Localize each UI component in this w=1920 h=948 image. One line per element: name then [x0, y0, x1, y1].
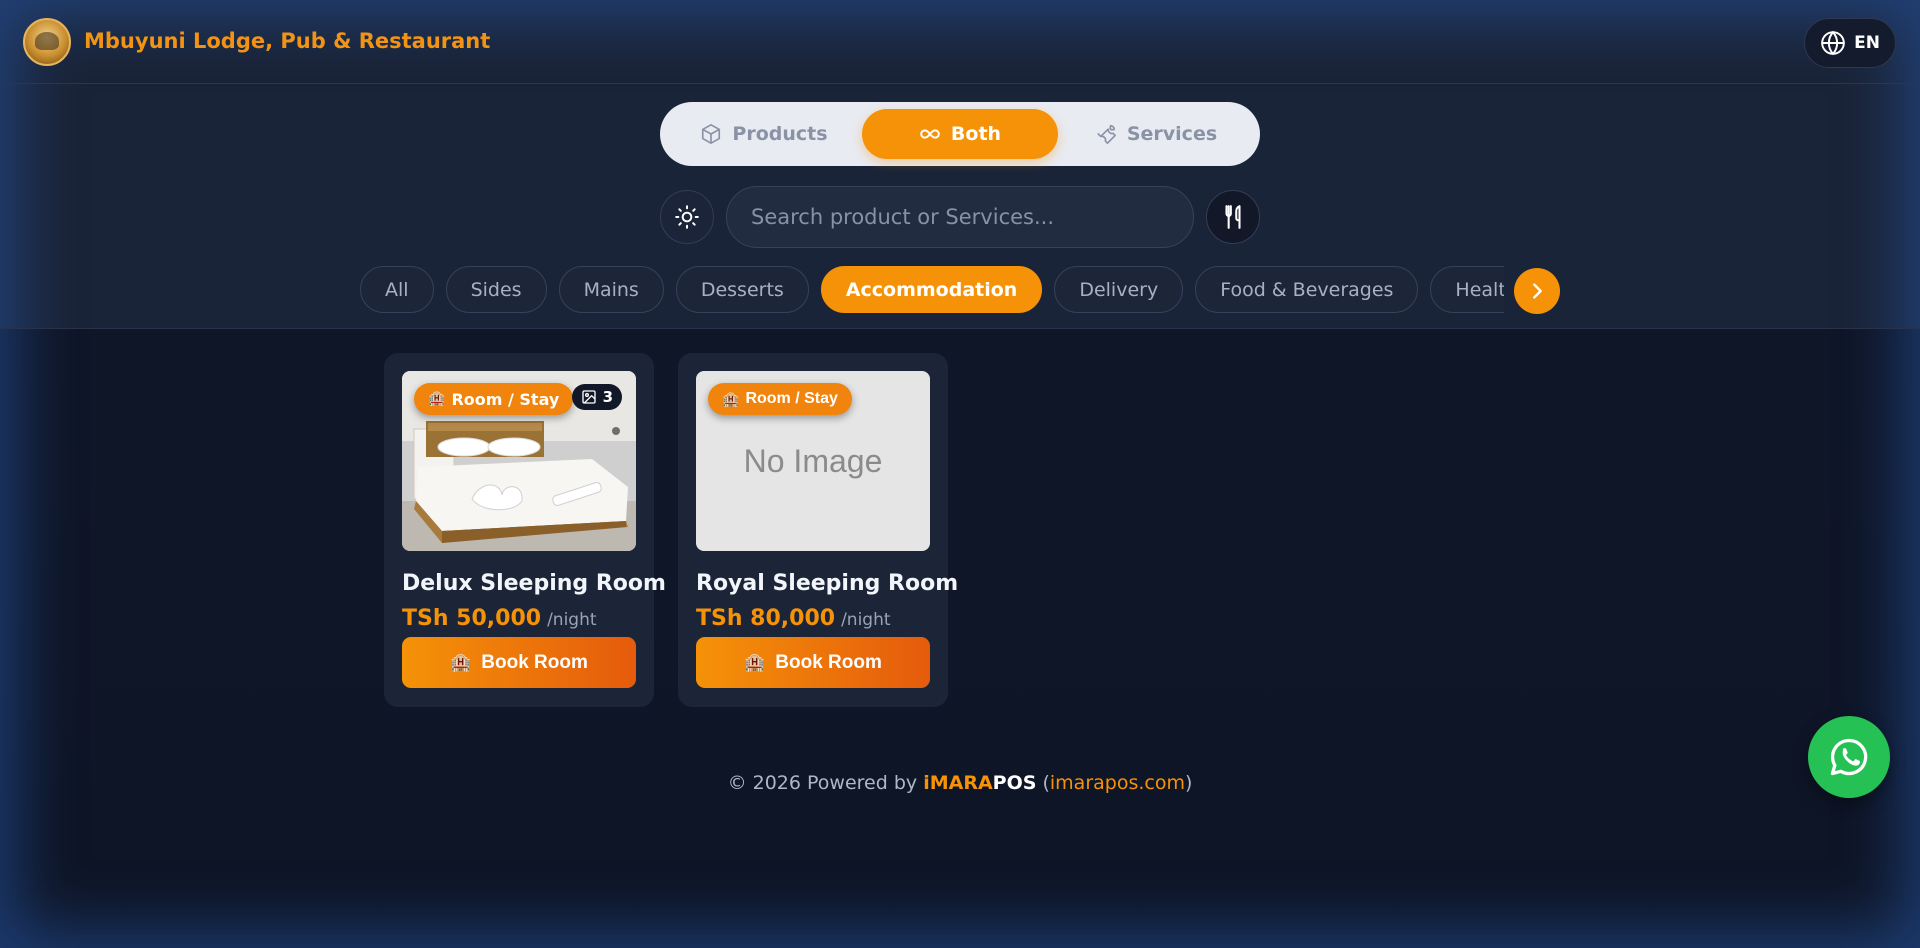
product-image[interactable]: 🏨 Room / Stay 3 [402, 371, 636, 551]
mode-both-label: Both [950, 123, 1002, 145]
footer-close-paren: ) [1184, 772, 1193, 794]
product-card[interactable]: No Image 🏨 Room / Stay Royal Sleeping Ro… [678, 353, 959, 707]
category-tag: 🏨 Room / Stay [414, 383, 574, 415]
hotel-icon: 🏨 [450, 652, 472, 672]
footer-link[interactable]: imarapos.com [1050, 772, 1185, 794]
price-row: TSh 50,000 /night [402, 606, 636, 631]
price-unit: /night [547, 610, 597, 630]
price-unit: /night [841, 610, 891, 630]
theme-toggle-button[interactable] [660, 190, 714, 244]
mode-products-label: Products [732, 123, 828, 145]
product-price: TSh 80,000 [696, 606, 836, 631]
menu-button[interactable] [1206, 190, 1260, 244]
book-room-label: Book Room [481, 651, 588, 673]
product-price: TSh 50,000 [402, 606, 542, 631]
utensils-icon [1225, 205, 1241, 229]
language-label: EN [1854, 33, 1880, 53]
category-bar: All Sides Mains Desserts Accommodation D… [360, 266, 1504, 314]
product-title: Royal Sleeping Room [696, 571, 959, 596]
product-card[interactable]: 🏨 Room / Stay 3 Delux Sleeping Room TSh … [384, 353, 666, 707]
category-accommodation[interactable]: Accommodation [820, 266, 1043, 313]
image-icon [581, 390, 596, 404]
product-title: Delux Sleeping Room [402, 571, 666, 596]
book-room-button[interactable]: 🏨 Book Room [402, 637, 636, 688]
mode-both[interactable]: Both [862, 109, 1058, 159]
category-health-beauty[interactable]: Health & Beauty [1430, 266, 1504, 313]
category-tag: 🏨 Room / Stay [708, 383, 852, 415]
header-divider [0, 328, 1920, 329]
footer-brand-imara: iMARA [923, 772, 993, 794]
price-row: TSh 80,000 /night [696, 606, 930, 631]
book-room-label: Book Room [775, 651, 882, 673]
image-count: 3 [602, 388, 613, 406]
whatsapp-button[interactable] [1808, 716, 1890, 798]
category-tag-label: Room / Stay [745, 390, 838, 407]
product-image-placeholder[interactable]: No Image 🏨 Room / Stay [696, 371, 930, 551]
chevron-right-icon [1533, 283, 1542, 299]
hotel-icon: 🏨 [722, 390, 740, 407]
mode-products[interactable]: Products [666, 109, 862, 159]
no-image-text: No Image [743, 442, 883, 479]
footer-brand-pos: POS [992, 772, 1037, 794]
infinity-icon [920, 129, 940, 139]
wrench-icon [1097, 124, 1116, 144]
category-desserts[interactable]: Desserts [675, 266, 809, 313]
category-food-beverages[interactable]: Food & Beverages [1195, 266, 1419, 313]
book-room-button[interactable]: 🏨 Book Room [696, 637, 930, 688]
category-scroll-right-button[interactable] [1514, 268, 1560, 314]
category-tag-label: Room / Stay [451, 389, 560, 409]
sun-icon [675, 205, 699, 229]
hotel-icon: 🏨 [428, 391, 446, 407]
image-count-badge: 3 [571, 384, 622, 410]
mode-services-label: Services [1126, 123, 1218, 145]
whatsapp-icon [1830, 738, 1868, 776]
top-header: Mbuyuni Lodge, Pub & Restaurant EN [0, 0, 1920, 84]
mode-toggle: Products Both Services [660, 102, 1260, 166]
lodge-logo[interactable] [23, 18, 71, 66]
category-mains[interactable]: Mains [558, 266, 664, 313]
category-all[interactable]: All [360, 266, 434, 313]
category-sides[interactable]: Sides [445, 266, 547, 313]
footer-open-paren: ( [1036, 772, 1050, 794]
footer: © 2026 Powered by iMARAPOS (imarapos.com… [0, 772, 1920, 794]
language-button[interactable]: EN [1804, 18, 1896, 68]
globe-icon [1821, 30, 1845, 56]
mode-services[interactable]: Services [1058, 109, 1254, 159]
cube-icon [702, 124, 721, 144]
search-input[interactable] [726, 186, 1194, 248]
footer-prefix: © 2026 Powered by [727, 772, 924, 794]
brand-name: Mbuyuni Lodge, Pub & Restaurant [84, 29, 491, 53]
category-delivery[interactable]: Delivery [1054, 266, 1184, 313]
hotel-icon: 🏨 [744, 652, 766, 672]
